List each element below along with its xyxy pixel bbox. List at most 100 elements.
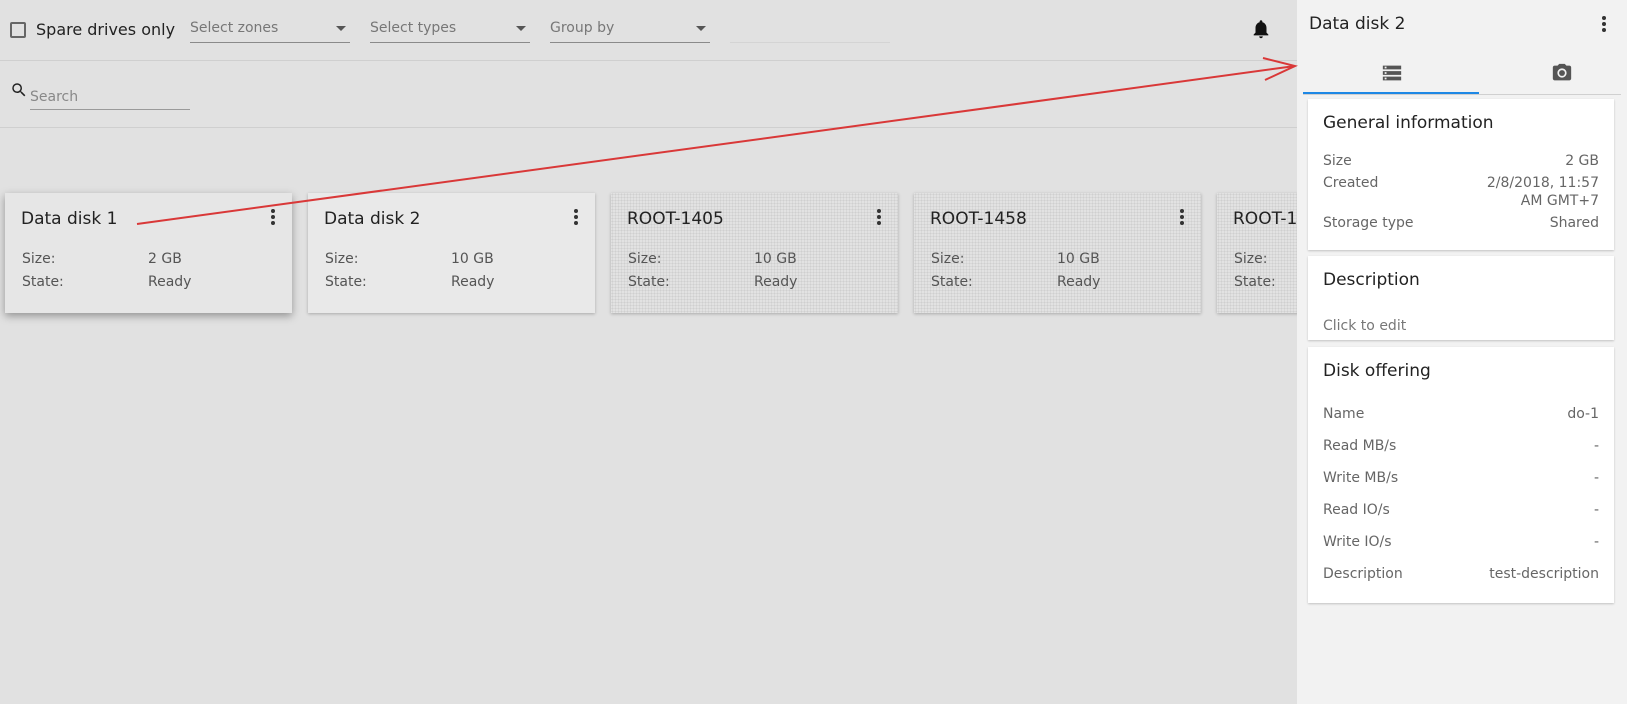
- offering-label: Read MB/s: [1323, 438, 1397, 454]
- select-zones[interactable]: Select zones: [190, 18, 350, 43]
- chevron-down-icon: [516, 26, 526, 31]
- chevron-down-icon: [336, 26, 346, 31]
- offering-label: Name: [1323, 406, 1365, 422]
- offering-row: Write IO/s -: [1323, 534, 1599, 550]
- disk-offering-card: Disk offering Name do-1 Read MB/s - Write …: [1308, 347, 1614, 603]
- details-sidebar: Data disk 2 General information Size 2 GB…: [1297, 0, 1627, 704]
- main-area: Spare drives only Select zones Select ty…: [0, 0, 1297, 704]
- disk-state-row: State: Ready: [931, 274, 1100, 290]
- more-vert-icon[interactable]: [1601, 16, 1607, 36]
- size-label: Size:: [325, 251, 359, 267]
- disk-state-row: State: Ready: [325, 274, 494, 290]
- select-extra[interactable]: [730, 18, 890, 43]
- description-heading: Description: [1323, 270, 1420, 290]
- state-label: State:: [22, 274, 64, 290]
- state-value: Ready: [451, 274, 495, 290]
- storage-type-value: Shared: [1549, 215, 1599, 231]
- disk-card[interactable]: ROOT-1 Size: State:: [1217, 193, 1297, 313]
- disk-state-row: State:: [1234, 274, 1297, 290]
- disk-card-title: Data disk 1: [21, 209, 118, 229]
- offering-label: Description: [1323, 566, 1403, 582]
- offering-value: -: [1593, 534, 1599, 550]
- sidebar-tabs: [1303, 54, 1621, 95]
- offering-row: Read MB/s -: [1323, 438, 1599, 454]
- disk-card[interactable]: Data disk 1 Size: 2 GB State: Ready: [5, 193, 292, 313]
- state-label: State:: [1234, 274, 1276, 290]
- disk-card-title: ROOT-1405: [627, 209, 724, 229]
- size-label: Size:: [1234, 251, 1268, 267]
- state-label: State:: [931, 274, 973, 290]
- disk-card-title: Data disk 2: [324, 209, 421, 229]
- more-vert-icon[interactable]: [573, 209, 579, 229]
- disk-card[interactable]: ROOT-1458 Size: 10 GB State: Ready: [914, 193, 1201, 313]
- select-types-placeholder: Select types: [370, 20, 457, 36]
- search-input[interactable]: [30, 85, 190, 110]
- description-card[interactable]: Description Click to edit: [1308, 256, 1614, 340]
- tab-snapshots[interactable]: [1479, 54, 1621, 94]
- more-vert-icon[interactable]: [876, 209, 882, 229]
- sidebar-title: Data disk 2: [1309, 14, 1406, 34]
- disk-size-row: Size: 2 GB: [22, 251, 182, 267]
- select-zones-placeholder: Select zones: [190, 20, 279, 36]
- offering-value: do-1: [1567, 406, 1599, 422]
- general-info-heading: General information: [1323, 113, 1494, 133]
- offering-row: Description test-description: [1323, 566, 1599, 582]
- spare-drives-checkbox[interactable]: Spare drives only: [10, 20, 175, 39]
- more-vert-icon[interactable]: [1179, 209, 1185, 229]
- created-label: Created: [1323, 175, 1379, 191]
- size-value: 2 GB: [1565, 153, 1599, 169]
- storage-type-label: Storage type: [1323, 215, 1414, 231]
- disk-state-row: State: Ready: [22, 274, 191, 290]
- disk-size-row: Size: 10 GB: [325, 251, 494, 267]
- size-label: Size:: [931, 251, 965, 267]
- disk-card[interactable]: Data disk 2 Size: 10 GB State: Ready: [308, 193, 595, 313]
- camera-icon: [1552, 63, 1572, 81]
- size-value: 10 GB: [1057, 251, 1100, 267]
- select-types[interactable]: Select types: [370, 18, 530, 43]
- created-value-date: 2/8/2018, 11:57: [1486, 175, 1599, 191]
- state-label: State:: [325, 274, 367, 290]
- search-icon: [12, 83, 26, 97]
- disk-size-row: Size:: [1234, 251, 1297, 267]
- sidebar-header: Data disk 2: [1297, 0, 1627, 48]
- filter-toolbar: Spare drives only Select zones Select ty…: [0, 0, 1297, 61]
- group-by-placeholder: Group by: [550, 20, 615, 36]
- state-value: Ready: [148, 274, 192, 290]
- disk-card-title: ROOT-1458: [930, 209, 1027, 229]
- tab-details[interactable]: [1303, 54, 1479, 94]
- offering-value: test-description: [1489, 566, 1599, 582]
- disk-card[interactable]: ROOT-1405 Size: 10 GB State: Ready: [611, 193, 898, 313]
- created-value-time: AM GMT+7: [1520, 193, 1599, 209]
- disk-card-title: ROOT-1: [1233, 209, 1297, 229]
- disk-state-row: State: Ready: [628, 274, 797, 290]
- select-group-by[interactable]: Group by: [550, 18, 710, 43]
- offering-label: Write MB/s: [1323, 470, 1399, 486]
- offering-value: -: [1593, 438, 1599, 454]
- disk-offering-heading: Disk offering: [1323, 361, 1431, 381]
- offering-label: Read IO/s: [1323, 502, 1390, 518]
- offering-label: Write IO/s: [1323, 534, 1392, 550]
- offering-row: Name do-1: [1323, 406, 1599, 422]
- offering-value: -: [1593, 470, 1599, 486]
- size-label: Size:: [628, 251, 662, 267]
- size-value: 10 GB: [754, 251, 797, 267]
- bell-icon[interactable]: [1250, 17, 1272, 41]
- disk-size-row: Size: 10 GB: [931, 251, 1100, 267]
- checkbox-box[interactable]: [10, 21, 26, 38]
- size-value: 10 GB: [451, 251, 494, 267]
- offering-row: Write MB/s -: [1323, 470, 1599, 486]
- description-edit-text[interactable]: Click to edit: [1323, 318, 1406, 334]
- disk-size-row: Size: 10 GB: [628, 251, 797, 267]
- size-value: 2 GB: [148, 251, 182, 267]
- storage-type-row: Storage type Shared: [1323, 215, 1599, 231]
- size-label: Size: [1323, 153, 1352, 169]
- offering-row: Read IO/s -: [1323, 502, 1599, 518]
- more-vert-icon[interactable]: [270, 209, 276, 229]
- offering-value: -: [1593, 502, 1599, 518]
- chevron-down-icon: [696, 26, 706, 31]
- general-info-card: General information Size 2 GB Created 2/8…: [1308, 99, 1614, 250]
- size-label: Size:: [22, 251, 56, 267]
- state-value: Ready: [1057, 274, 1101, 290]
- size-row: Size 2 GB: [1323, 153, 1599, 169]
- created-row: Created 2/8/2018, 11:57 AM GMT+7: [1323, 175, 1599, 211]
